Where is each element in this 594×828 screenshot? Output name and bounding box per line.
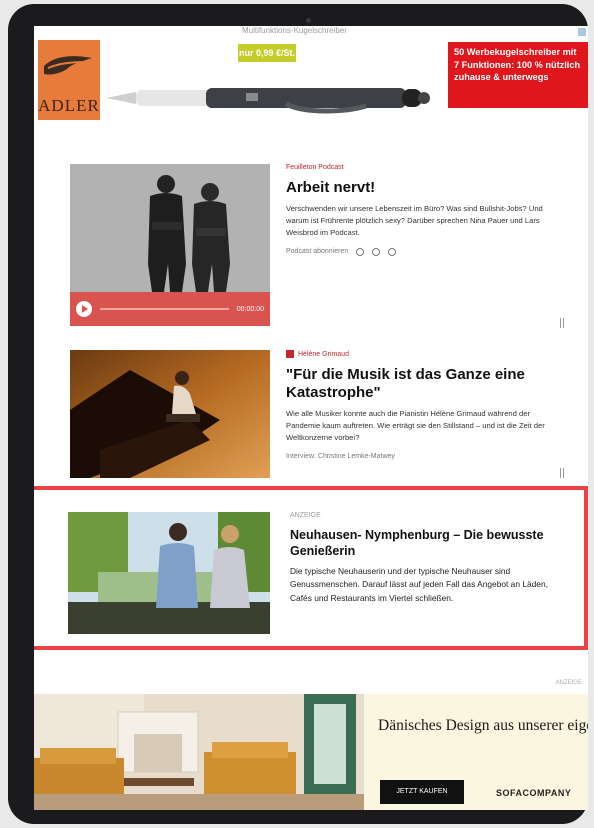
sponsored-label: ANZEIGE	[290, 512, 321, 519]
price-badge: nur 0,99 €/St.	[238, 44, 296, 62]
bottom-banner-ad[interactable]: ANZEIGE Dänisches Design aus unserer eig…	[34, 680, 588, 810]
camera-dot	[306, 18, 311, 23]
article-author: Interview: Christine Lemke-Matwey	[286, 452, 395, 460]
more-options-icon[interactable]	[560, 468, 564, 478]
article-headline[interactable]: "Für die Musik ist das Ganze eine Katast…	[286, 366, 552, 402]
article-kicker: Feuilleton Podcast	[286, 164, 344, 171]
adler-logo[interactable]: ADLER	[38, 40, 100, 120]
article-card-podcast[interactable]: 00:00:00 Feuilleton Podcast Arbeit nervt…	[70, 164, 564, 330]
screen[interactable]: Multifunktions-Kugelschreiber ADLER nur …	[34, 26, 588, 810]
ad-label: ANZEIGE	[555, 680, 582, 686]
podcast-player[interactable]: 00:00:00	[70, 292, 270, 326]
podcast-progress[interactable]	[100, 308, 229, 310]
article-image-neuhausen[interactable]	[68, 512, 270, 634]
sofacompany-logo: SOFACOMPANY	[496, 788, 572, 798]
sofa-room-photo	[34, 694, 364, 810]
ad-cut-text: Multifunktions-Kugelschreiber	[242, 26, 347, 35]
article-text-podcast: Feuilleton Podcast Arbeit nervt! Verschw…	[286, 164, 552, 256]
couple-park-photo	[68, 512, 270, 634]
adler-brand-name: ADLER	[38, 96, 100, 115]
article-text-grimaud: Hélène Grimaud "Für die Musik ist das Ga…	[286, 350, 552, 460]
article-image-grimaud[interactable]	[70, 350, 270, 478]
article-card-grimaud[interactable]: Hélène Grimaud "Für die Musik ist das Ga…	[70, 350, 564, 478]
ad-red-box[interactable]: 50 Werbekugelschreiber mit 7 Funktionen:…	[448, 42, 588, 108]
article-card-neuhausen[interactable]: ANZEIGE Neuhausen- Nymphenburg – Die bew…	[68, 512, 548, 634]
livingroom-image[interactable]	[34, 694, 364, 810]
article-headline[interactable]: Arbeit nervt!	[286, 179, 552, 197]
podcast-subscribe-label[interactable]: Podcast abonnieren	[286, 248, 348, 255]
article-text-neuhausen: ANZEIGE Neuhausen- Nymphenburg – Die bew…	[290, 512, 568, 605]
article-meta: Podcast abonnieren	[286, 247, 552, 256]
apple-podcast-icon[interactable]	[388, 247, 397, 256]
podcast-time: 00:00:00	[236, 305, 264, 313]
tablet-frame: Multifunktions-Kugelschreiber ADLER nur …	[8, 4, 588, 824]
podcast-app-icon[interactable]	[356, 247, 365, 256]
sofacompany-panel[interactable]: Dänisches Design aus unserer eigenen Fab…	[364, 694, 588, 810]
article-teaser: Wie alle Musiker konnte auch die Pianist…	[286, 409, 545, 443]
top-banner-ad[interactable]: Multifunktions-Kugelschreiber ADLER nur …	[34, 26, 588, 138]
podcast-photo	[70, 164, 270, 294]
article-kicker: Hélène Grimaud	[286, 350, 552, 358]
article-headline[interactable]: Neuhausen- Nymphenburg – Die bewusste Ge…	[290, 527, 568, 559]
article-teaser: Verschwenden wir unsere Lebenszeit im Bü…	[286, 204, 543, 238]
kicker-square-icon	[286, 350, 294, 358]
play-icon[interactable]	[76, 301, 92, 317]
pen-image	[106, 88, 430, 114]
pianist-photo	[70, 350, 270, 478]
buy-now-button[interactable]: JETZT KAUFEN	[380, 780, 464, 804]
spotify-icon[interactable]	[372, 247, 381, 256]
eagle-icon	[44, 56, 92, 75]
ad-headline: Dänisches Design aus unserer eigenen Fab…	[378, 717, 588, 734]
ad-info-icon[interactable]	[578, 28, 586, 36]
more-options-icon[interactable]	[560, 318, 564, 328]
article-teaser: Die typische Neuhauserin und der typisch…	[290, 566, 548, 603]
article-image-podcast[interactable]	[70, 164, 270, 294]
